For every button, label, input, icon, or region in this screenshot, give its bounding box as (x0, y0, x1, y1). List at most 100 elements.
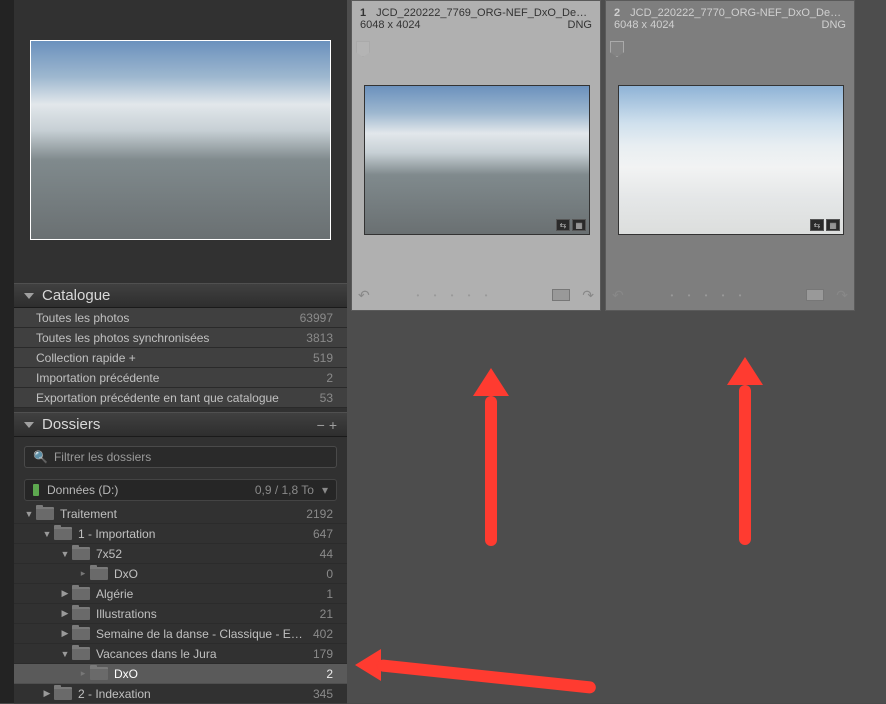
catalogue-item-count: 3813 (306, 331, 333, 345)
catalogue-item[interactable]: Importation précédente 2 (14, 368, 347, 388)
tree-arrow-icon[interactable] (60, 628, 70, 639)
tree-arrow-icon[interactable] (60, 608, 70, 619)
volume-name: Données (D:) (47, 483, 118, 497)
annotation-arrow-up (739, 357, 763, 545)
folder-row[interactable]: Traitement2192 (14, 504, 347, 524)
folder-label: Vacances dans le Jura (96, 647, 313, 661)
tree-arrow-icon[interactable] (60, 649, 70, 659)
folder-tree: Traitement21921 - Importation6477x5244Dx… (14, 504, 347, 704)
preview-panel (14, 0, 347, 280)
filter-folders-input[interactable]: 🔍 Filtrer les dossiers (24, 446, 337, 468)
folder-row[interactable]: Illustrations21 (14, 604, 347, 624)
folder-row[interactable]: Algérie1 (14, 584, 347, 604)
thumbnail-dimensions: 6048 x 4024 (614, 19, 675, 31)
thumbnail-info: 2 JCD_220222_7770_ORG-NEF_DxO_Deep… 6048… (606, 1, 854, 37)
folder-row[interactable]: 1 - Importation647 (14, 524, 347, 544)
tree-arrow-icon[interactable] (60, 549, 70, 559)
catalogue-item[interactable]: Toutes les photos synchronisées 3813 (14, 328, 347, 348)
catalogue-title: Catalogue (42, 287, 110, 304)
thumbnail-footer: ↶ • • • • • ↷ (612, 286, 848, 304)
folder-count: 0 (326, 567, 333, 581)
color-label-swatch[interactable] (552, 289, 570, 301)
rating-dots[interactable]: • • • • • (370, 291, 541, 300)
folder-row[interactable]: 7x5244 (14, 544, 347, 564)
thumbnail-format: DNG (822, 19, 846, 31)
plus-icon[interactable]: + (329, 417, 337, 433)
folder-icon (90, 667, 108, 680)
thumbnail-cell[interactable]: 2 JCD_220222_7770_ORG-NEF_DxO_Deep… 6048… (605, 0, 855, 311)
catalogue-item[interactable]: Toutes les photos 63997 (14, 308, 347, 328)
tree-arrow-icon[interactable] (78, 568, 88, 579)
tree-arrow-icon[interactable] (42, 529, 52, 539)
chevron-down-icon[interactable]: ▾ (322, 483, 328, 497)
folder-icon (72, 607, 90, 620)
folder-row[interactable]: DxO2 (14, 664, 347, 684)
folder-count: 2 (326, 667, 333, 681)
color-label-swatch[interactable] (806, 289, 824, 301)
catalogue-item-count: 519 (313, 351, 333, 365)
tree-arrow-icon[interactable] (60, 588, 70, 599)
rotate-ccw-icon[interactable]: ↶ (358, 287, 370, 304)
catalogue-panel-header[interactable]: Catalogue (14, 283, 347, 308)
catalogue-item[interactable]: Collection rapide + 519 (14, 348, 347, 368)
catalogue-item-label: Collection rapide + (36, 351, 136, 365)
thumbnail-image[interactable] (618, 85, 844, 235)
rating-dots[interactable]: • • • • • (624, 291, 795, 300)
tree-arrow-icon[interactable] (24, 509, 34, 519)
thumbnail-image[interactable] (364, 85, 590, 235)
thumbnail-badges: ⇆ ▦ (556, 219, 586, 231)
catalogue-item-label: Exportation précédente en tant que catal… (36, 391, 279, 405)
left-rail (0, 0, 14, 703)
badge-icon[interactable]: ▦ (572, 219, 586, 231)
thumbnail-cell[interactable]: 1 JCD_220222_7769_ORG-NEF_DxO_Deep… 6048… (351, 0, 601, 311)
folder-icon (72, 547, 90, 560)
thumbnail-info: 1 JCD_220222_7769_ORG-NEF_DxO_Deep… 6048… (352, 1, 600, 37)
rotate-cw-icon[interactable]: ↷ (836, 287, 848, 304)
folder-row[interactable]: DxO0 (14, 564, 347, 584)
badge-icon[interactable]: ⇆ (810, 219, 824, 231)
minus-icon[interactable]: − (317, 417, 325, 433)
folder-row[interactable]: Semaine de la danse - Classique - E…402 (14, 624, 347, 644)
catalogue-item-count: 63997 (300, 311, 333, 325)
folder-icon (72, 647, 90, 660)
catalogue-item-label: Toutes les photos (36, 311, 129, 325)
volume-status-icon (33, 484, 39, 496)
thumbnail-footer: ↶ • • • • • ↷ (358, 286, 594, 304)
rotate-cw-icon[interactable]: ↷ (582, 287, 594, 304)
folder-icon (54, 687, 72, 700)
annotation-arrow-up (485, 368, 509, 546)
dossiers-panel-header[interactable]: Dossiers − + (14, 412, 347, 437)
folder-label: DxO (114, 567, 326, 581)
tree-arrow-icon[interactable] (78, 668, 88, 679)
disclosure-triangle-icon (24, 422, 34, 428)
catalogue-item-label: Toutes les photos synchronisées (36, 331, 209, 345)
thumbnail-index: 1 (360, 7, 366, 19)
annotation-arrow-left (376, 659, 596, 694)
preview-image[interactable] (30, 40, 331, 240)
folder-count: 44 (320, 547, 333, 561)
folder-label: Traitement (60, 507, 306, 521)
folder-row[interactable]: Vacances dans le Jura179 (14, 644, 347, 664)
catalogue-item[interactable]: Exportation précédente en tant que catal… (14, 388, 347, 408)
thumbnail-filename: JCD_220222_7770_ORG-NEF_DxO_Deep… (630, 7, 846, 19)
badge-icon[interactable]: ⇆ (556, 219, 570, 231)
thumbnail-dimensions: 6048 x 4024 (360, 19, 421, 31)
folder-count: 21 (320, 607, 333, 621)
badge-icon[interactable]: ▦ (826, 219, 840, 231)
search-icon: 🔍 (33, 450, 48, 464)
volume-bar[interactable]: Données (D:) 0,9 / 1,8 To ▾ (24, 479, 337, 501)
tree-arrow-icon[interactable] (42, 688, 52, 699)
folder-icon (72, 587, 90, 600)
flag-icon[interactable] (356, 41, 370, 57)
volume-row: Données (D:) 0,9 / 1,8 To ▾ (14, 476, 347, 504)
folder-label: Semaine de la danse - Classique - E… (96, 627, 313, 641)
folder-label: DxO (114, 667, 326, 681)
folder-icon (72, 627, 90, 640)
volume-usage: 0,9 / 1,8 To (255, 483, 314, 497)
dossiers-title: Dossiers (42, 416, 100, 433)
flag-icon[interactable] (610, 41, 624, 57)
folder-label: 1 - Importation (78, 527, 313, 541)
rotate-ccw-icon[interactable]: ↶ (612, 287, 624, 304)
folder-row[interactable]: 2 - Indexation345 (14, 684, 347, 704)
disclosure-triangle-icon (24, 293, 34, 299)
